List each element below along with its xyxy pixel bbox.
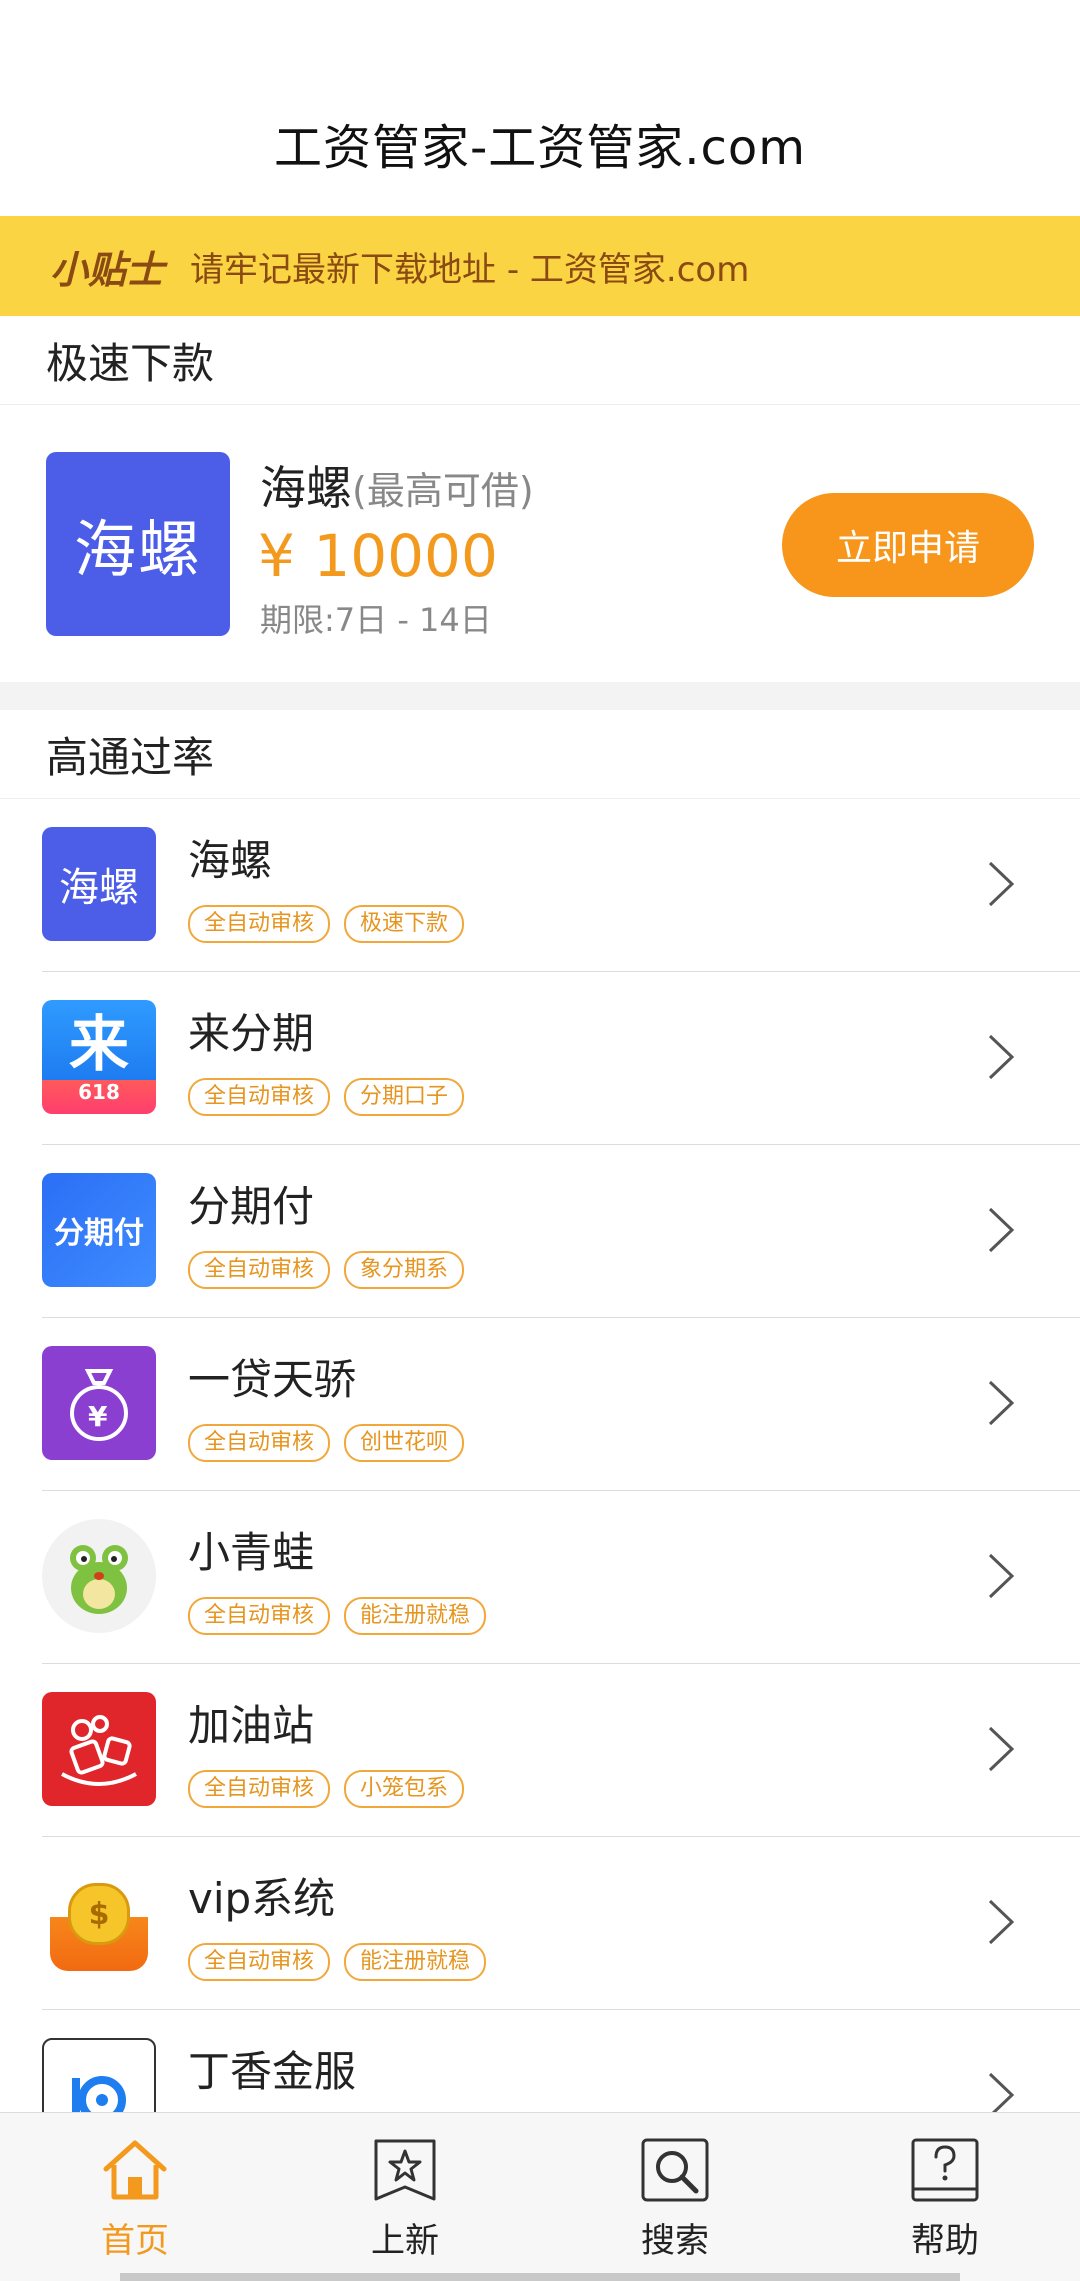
- chevron-right-icon: [988, 1380, 1015, 1426]
- icon-text: 海螺: [59, 865, 139, 911]
- list-section-title: 高通过率: [46, 732, 215, 782]
- tab-new[interactable]: 上新: [270, 2113, 540, 2281]
- tip-text: 请牢记最新下载地址 - 工资管家.com: [190, 249, 750, 290]
- hailuo-app-icon: 海螺: [42, 827, 156, 941]
- icon-text: $: [88, 1896, 110, 1932]
- chevron-right-icon: [988, 861, 1015, 907]
- tag: 象分期系: [344, 1251, 465, 1289]
- featured-name: 海螺: [260, 461, 352, 515]
- item-name: 分期付: [188, 1182, 315, 1231]
- search-icon: [641, 2138, 709, 2202]
- item-name: 一贷天骄: [188, 1355, 357, 1404]
- list-item[interactable]: 来 618 来分期 全自动审核 分期口子: [42, 972, 1080, 1145]
- tag: 全自动审核: [188, 1943, 331, 1981]
- tab-label: 首页: [101, 2221, 169, 2261]
- chevron-right-icon: [988, 1553, 1015, 1599]
- help-icon: [911, 2138, 979, 2202]
- tag-group: 全自动审核 分期口子: [188, 1078, 465, 1116]
- tab-help[interactable]: 帮助: [810, 2113, 1080, 2281]
- tag: 分期口子: [344, 1078, 465, 1116]
- coin: $: [68, 1883, 130, 1945]
- apply-button[interactable]: 立即申请: [782, 493, 1034, 597]
- gold-coin-icon: $: [42, 1865, 156, 1979]
- tag: 能注册就稳: [344, 1943, 487, 1981]
- tag: 能注册就稳: [344, 1597, 487, 1635]
- item-name: 加油站: [188, 1701, 315, 1750]
- item-name: 来分期: [188, 1009, 315, 1058]
- fenqifu-app-icon: 分期付: [42, 1173, 156, 1287]
- item-name: 小青蛙: [188, 1528, 315, 1577]
- icon-sub-text: 618: [78, 1080, 120, 1104]
- tag: 全自动审核: [188, 1597, 331, 1635]
- tag: 创世花呗: [344, 1424, 465, 1462]
- icon-text: 来: [69, 1010, 129, 1080]
- coin-app-base: $: [50, 1873, 148, 1971]
- tag-group: 全自动审核 创世花呗: [188, 1424, 465, 1462]
- tab-label: 帮助: [911, 2221, 979, 2261]
- list-item[interactable]: ¥ 一贷天骄 全自动审核 创世花呗: [42, 1318, 1080, 1491]
- chevron-right-icon: [988, 1726, 1015, 1772]
- tab-search[interactable]: 搜索: [540, 2113, 810, 2281]
- featured-term: 期限:7日 - 14日: [260, 601, 492, 639]
- page-title: 工资管家-工资管家.com: [273, 120, 807, 176]
- tag-group: 全自动审核 极速下款: [188, 905, 465, 943]
- home-icon: [103, 2140, 167, 2200]
- tab-home[interactable]: 首页: [0, 2113, 270, 2281]
- gas-station-app-icon: [42, 1692, 156, 1806]
- gas-station-shape: [61, 1715, 137, 1786]
- icon-text: ¥: [88, 1400, 108, 1433]
- list-item[interactable]: $ vip系统 全自动审核 能注册就稳: [42, 1837, 1080, 2010]
- tag: 全自动审核: [188, 1770, 331, 1808]
- tag: 极速下款: [344, 905, 465, 943]
- item-name: 海螺: [188, 836, 273, 885]
- chevron-right-icon: [988, 1207, 1015, 1253]
- tag: 全自动审核: [188, 1078, 331, 1116]
- tag: 全自动审核: [188, 1251, 331, 1289]
- tag-group: 全自动审核 能注册就稳: [188, 1943, 487, 1981]
- star-bookmark-icon: [374, 2139, 436, 2201]
- featured-section-title: 极速下款: [46, 338, 215, 388]
- tag-group: 全自动审核 能注册就稳: [188, 1597, 487, 1635]
- item-name: 丁香金服: [188, 2047, 357, 2096]
- featured-logo-text: 海螺: [73, 513, 202, 586]
- tip-banner: 小贴士 请牢记最新下载地址 - 工资管家.com: [0, 216, 1080, 316]
- tag: 小笼包系: [344, 1770, 465, 1808]
- laifenqi-app-icon: 来 618: [42, 1000, 156, 1114]
- icon-text: 分期付: [54, 1216, 144, 1251]
- featured-sub: (最高可借): [352, 469, 534, 513]
- featured-name-row: 海螺(最高可借): [260, 452, 534, 518]
- bottom-tab-bar: 首页 上新 搜索 帮助: [0, 2112, 1080, 2281]
- tip-badge: 小贴士: [50, 247, 165, 292]
- item-name: vip系统: [188, 1874, 336, 1923]
- featured-loan-card[interactable]: 海螺 海螺(最高可借) ¥ 10000 期限:7日 - 14日 立即申请: [0, 405, 1080, 680]
- chevron-right-icon: [988, 1034, 1015, 1080]
- section-divider: [0, 682, 1080, 710]
- featured-amount: ¥ 10000: [258, 522, 498, 590]
- tag: 全自动审核: [188, 1424, 331, 1462]
- frog-shape: [70, 1545, 128, 1614]
- app-header: 工资管家-工资管家.com: [0, 0, 1080, 216]
- tag: 全自动审核: [188, 905, 331, 943]
- frog-icon: [42, 1519, 156, 1633]
- chevron-right-icon: [988, 1899, 1015, 1945]
- featured-section-header: 极速下款: [0, 316, 1080, 405]
- tag-group: 全自动审核 小笼包系: [188, 1770, 465, 1808]
- tab-label: 搜索: [641, 2221, 709, 2261]
- money-bag-icon: ¥: [42, 1346, 156, 1460]
- list-item[interactable]: 小青蛙 全自动审核 能注册就稳: [42, 1491, 1080, 1664]
- list-section-header: 高通过率: [0, 710, 1080, 799]
- list-item[interactable]: 加油站 全自动审核 小笼包系: [42, 1664, 1080, 1837]
- tab-label: 上新: [371, 2221, 439, 2261]
- hailuo-app-icon: 海螺: [46, 452, 230, 636]
- list-item[interactable]: 海螺 海螺 全自动审核 极速下款: [42, 799, 1080, 972]
- list-item[interactable]: 分期付 分期付 全自动审核 象分期系: [42, 1145, 1080, 1318]
- tag-group: 全自动审核 象分期系: [188, 1251, 465, 1289]
- loan-list: 海螺 海螺 全自动审核 极速下款 来 618 来分期 全自动审核 分期口子 分期…: [0, 799, 1080, 2182]
